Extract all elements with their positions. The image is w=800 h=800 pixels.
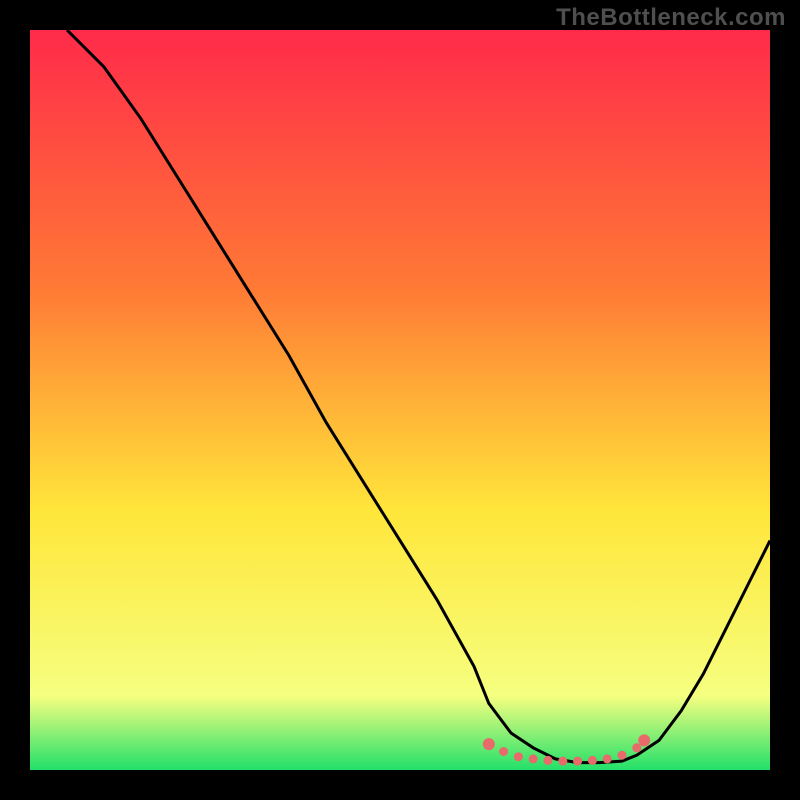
marker-dot bbox=[588, 756, 597, 765]
marker-dot bbox=[529, 754, 538, 763]
chart-frame: TheBottleneck.com bbox=[0, 0, 800, 800]
watermark-text: TheBottleneck.com bbox=[556, 4, 786, 32]
gradient-background bbox=[30, 30, 770, 770]
marker-dot bbox=[618, 751, 627, 760]
plot-area bbox=[30, 30, 770, 770]
marker-dot bbox=[573, 757, 582, 766]
marker-dot bbox=[514, 752, 523, 761]
marker-dot bbox=[558, 757, 567, 766]
marker-dot bbox=[638, 734, 650, 746]
marker-dot bbox=[632, 743, 641, 752]
marker-dot bbox=[544, 756, 553, 765]
marker-dot bbox=[499, 747, 508, 756]
marker-dot bbox=[603, 754, 612, 763]
chart-svg bbox=[30, 30, 770, 770]
marker-dot bbox=[483, 738, 495, 750]
